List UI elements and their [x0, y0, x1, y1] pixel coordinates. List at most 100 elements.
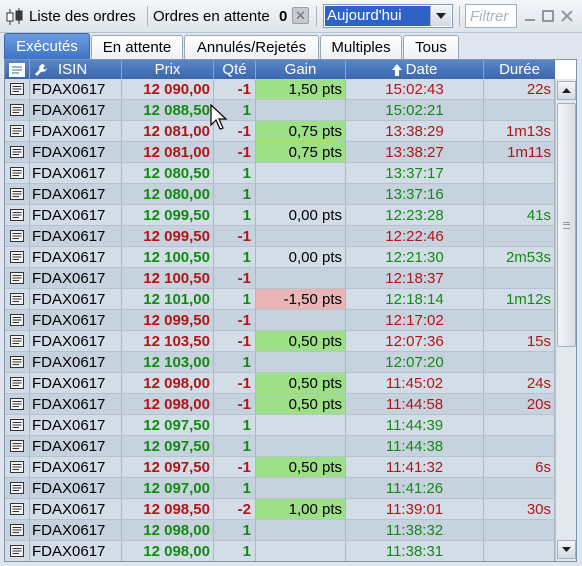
tab-executed[interactable]: Exécutés [4, 33, 90, 59]
cell-gain: 0,75 pts [256, 142, 346, 163]
cell-price: 12 099,50 [122, 310, 214, 331]
cell-gain [256, 184, 346, 205]
table-row[interactable]: FDAX0617 12 098,00 1 11:38:32 [5, 520, 555, 541]
tab-pending[interactable]: En attente [91, 35, 183, 59]
scroll-down-button[interactable] [557, 540, 576, 559]
table-row[interactable]: FDAX0617 12 080,00 1 13:37:16 [5, 184, 555, 205]
table-row[interactable]: FDAX0617 12 098,50 -2 1,00 pts 11:39:01 30s [5, 499, 555, 520]
order-detail-icon[interactable] [5, 352, 30, 373]
table-row[interactable]: FDAX0617 12 081,00 -1 0,75 pts 13:38:29 1m13s [5, 121, 555, 142]
table-row[interactable]: FDAX0617 12 098,00 1 11:38:31 [5, 541, 555, 561]
cell-gain [256, 478, 346, 499]
toolbar-divider [147, 6, 148, 26]
column-qte[interactable]: Qté [214, 60, 256, 79]
cell-duration [484, 478, 555, 499]
table-row[interactable]: FDAX0617 12 090,00 -1 1,50 pts 15:02:43 22s [5, 79, 555, 100]
cell-isin: FDAX0617 [30, 373, 122, 394]
cell-duration: 22s [484, 79, 555, 100]
cell-isin: FDAX0617 [30, 226, 122, 247]
order-detail-icon[interactable] [5, 499, 30, 520]
tab-multiple[interactable]: Multiples [320, 35, 402, 59]
maximize-icon[interactable] [539, 6, 557, 26]
cancel-pending-button[interactable]: ✕ [292, 7, 309, 24]
column-prix[interactable]: Prix [122, 60, 214, 79]
order-detail-icon[interactable] [5, 520, 30, 541]
cell-gain [256, 310, 346, 331]
table-row[interactable]: FDAX0617 12 097,50 -1 0,50 pts 11:41:32 6s [5, 457, 555, 478]
column-gain[interactable]: Gain [256, 60, 346, 79]
order-detail-icon[interactable] [5, 163, 30, 184]
cell-gain [256, 100, 346, 121]
column-isin[interactable]: ISIN [30, 60, 122, 79]
order-detail-icon[interactable] [5, 310, 30, 331]
chevron-down-icon[interactable] [430, 6, 451, 26]
order-detail-icon[interactable] [5, 268, 30, 289]
order-detail-icon[interactable] [5, 226, 30, 247]
cell-date: 11:44:58 [346, 394, 484, 415]
close-window-icon[interactable] [558, 6, 576, 26]
table-row[interactable]: FDAX0617 12 099,50 1 0,00 pts 12:23:28 41s [5, 205, 555, 226]
order-tabs: Exécutés En attente Annulés/Rejetés Mult… [0, 33, 582, 59]
wrench-icon[interactable] [34, 63, 48, 77]
order-detail-icon[interactable] [5, 184, 30, 205]
table-row[interactable]: FDAX0617 12 100,50 1 0,00 pts 12:21:30 2m53s [5, 247, 555, 268]
table-row[interactable]: FDAX0617 12 098,00 -1 0,50 pts 11:45:02 24s [5, 373, 555, 394]
table-row[interactable]: FDAX0617 12 097,50 1 11:44:39 [5, 415, 555, 436]
order-detail-icon[interactable] [5, 121, 30, 142]
table-row[interactable]: FDAX0617 12 081,00 -1 0,75 pts 13:38:27 1m11s [5, 142, 555, 163]
table-row[interactable]: FDAX0617 12 100,50 -1 12:18:37 [5, 268, 555, 289]
scrollbar-thumb[interactable] [557, 103, 576, 347]
order-detail-icon[interactable] [5, 79, 30, 100]
cell-price: 12 097,50 [122, 457, 214, 478]
cell-isin: FDAX0617 [30, 331, 122, 352]
cell-price: 12 098,50 [122, 499, 214, 520]
order-detail-icon[interactable] [5, 331, 30, 352]
table-row[interactable]: FDAX0617 12 103,00 1 12:07:20 [5, 352, 555, 373]
order-detail-icon[interactable] [5, 100, 30, 121]
table-header: ISIN Prix Qté Gain Date Durée [5, 60, 555, 79]
order-detail-icon[interactable] [5, 142, 30, 163]
order-detail-icon[interactable] [5, 205, 30, 226]
cell-price: 12 103,50 [122, 331, 214, 352]
cell-duration [484, 520, 555, 541]
order-detail-icon[interactable] [5, 394, 30, 415]
table-row[interactable]: FDAX0617 12 088,50 1 15:02:21 [5, 100, 555, 121]
cell-gain [256, 352, 346, 373]
order-detail-icon[interactable] [5, 541, 30, 561]
cell-duration: 1m11s [484, 142, 555, 163]
order-detail-icon[interactable] [5, 415, 30, 436]
cell-date: 11:45:02 [346, 373, 484, 394]
cell-price: 12 098,00 [122, 520, 214, 541]
vertical-scrollbar[interactable] [555, 79, 576, 561]
export-icon[interactable] [5, 60, 30, 79]
table-row[interactable]: FDAX0617 12 103,50 -1 0,50 pts 12:07:36 15s [5, 331, 555, 352]
column-date[interactable]: Date [346, 60, 484, 79]
period-select[interactable]: Aujourd'hui [323, 4, 453, 28]
table-row[interactable]: FDAX0617 12 099,50 -1 12:22:46 [5, 226, 555, 247]
order-detail-icon[interactable] [5, 373, 30, 394]
order-detail-icon[interactable] [5, 478, 30, 499]
table-row[interactable]: FDAX0617 12 098,00 -1 0,50 pts 11:44:58 20s [5, 394, 555, 415]
order-detail-icon[interactable] [5, 436, 30, 457]
tab-all[interactable]: Tous [403, 35, 459, 59]
cell-gain: 0,50 pts [256, 331, 346, 352]
scroll-up-button[interactable] [557, 81, 576, 100]
table-row[interactable]: FDAX0617 12 101,00 1 -1,50 pts 12:18:14 1m12s [5, 289, 555, 310]
cell-price: 12 097,50 [122, 415, 214, 436]
cell-date: 12:18:37 [346, 268, 484, 289]
table-row[interactable]: FDAX0617 12 099,50 -1 12:17:02 [5, 310, 555, 331]
table-row[interactable]: FDAX0617 12 097,00 1 11:41:26 [5, 478, 555, 499]
column-duree[interactable]: Durée [484, 60, 555, 79]
tab-cancelled-rejected[interactable]: Annulés/Rejetés [184, 35, 319, 59]
table-row[interactable]: FDAX0617 12 080,50 1 13:37:17 [5, 163, 555, 184]
cell-duration: 41s [484, 205, 555, 226]
minimize-icon[interactable] [521, 6, 539, 26]
cell-date: 15:02:21 [346, 100, 484, 121]
order-detail-icon[interactable] [5, 289, 30, 310]
filter-input[interactable] [465, 4, 517, 28]
table-row[interactable]: FDAX0617 12 097,50 1 11:44:38 [5, 436, 555, 457]
cell-price: 12 098,00 [122, 394, 214, 415]
order-detail-icon[interactable] [5, 457, 30, 478]
cell-date: 13:37:17 [346, 163, 484, 184]
order-detail-icon[interactable] [5, 247, 30, 268]
